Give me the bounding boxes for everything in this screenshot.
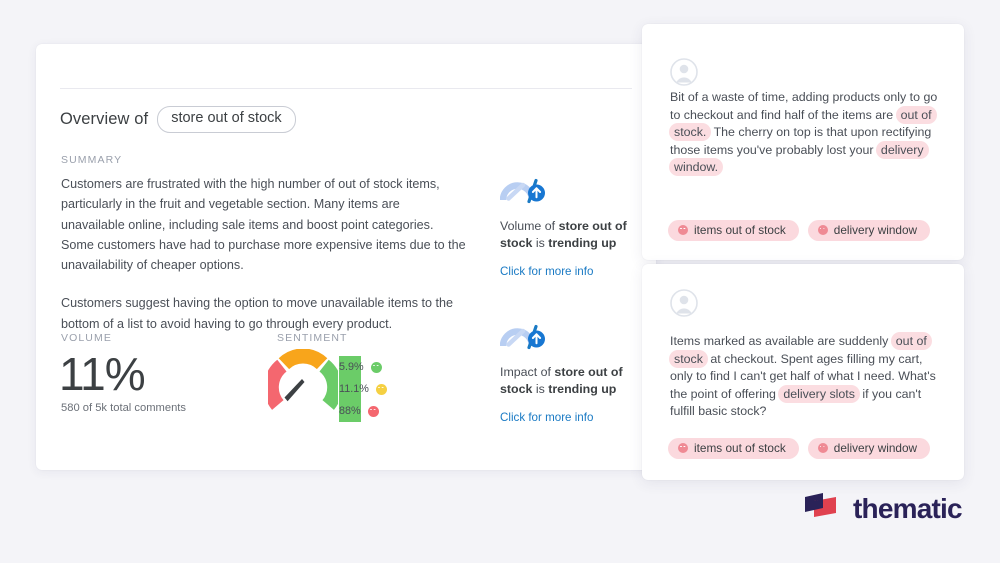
page-title: Overview of (60, 109, 149, 128)
card-header-divider (60, 88, 632, 89)
overview-title-row: Overview of store out of stock (60, 106, 296, 133)
volume-subtext: 580 of 5k total comments (61, 402, 186, 414)
trend-direction: trending up (548, 382, 617, 396)
impact-trend-text: Impact of store out of stock is trending… (500, 364, 645, 398)
volume-more-info-link[interactable]: Click for more info (500, 265, 645, 278)
summary-section-label: SUMMARY (61, 154, 123, 166)
impact-trend-module: Impact of store out of stock is trending… (499, 320, 645, 424)
thematic-logo-mark (803, 491, 843, 526)
comment-tag[interactable]: delivery window (807, 220, 931, 241)
comment-tag-label: delivery window (833, 441, 918, 455)
sentiment-row-negative: 88% (339, 400, 379, 422)
speedometer-trending-up-icon (499, 174, 546, 204)
summary-text: Customers are frustrated with the high n… (61, 174, 466, 334)
negative-face-icon (817, 225, 828, 235)
comment-tag-row: items out of stock delivery window (668, 438, 931, 459)
impact-more-info-link[interactable]: Click for more info (500, 411, 645, 424)
comment-tag-label: delivery window (833, 223, 918, 237)
negative-face-icon (817, 443, 828, 453)
comment-text-run: Items marked as available are suddenly (670, 334, 892, 348)
comment-tag-row: items out of stock delivery window (668, 220, 931, 241)
sentiment-neutral-value: 11.1% (339, 383, 369, 395)
comment-body: Items marked as available are suddenly o… (669, 332, 940, 421)
comment-tag[interactable]: items out of stock (668, 220, 799, 241)
sentiment-section-label: SENTIMENT (277, 332, 348, 344)
thematic-logo: thematic (803, 491, 963, 526)
comment-tag-label: items out of stock (694, 223, 786, 237)
negative-face-icon (678, 443, 688, 453)
sentiment-row-positive: 5.9% (339, 356, 382, 378)
negative-face-icon (678, 225, 688, 235)
volume-section-label: VOLUME (61, 332, 112, 344)
theme-pill[interactable]: store out of stock (157, 106, 296, 133)
comment-tag[interactable]: items out of stock (668, 438, 799, 459)
trend-prefix: Impact of (500, 365, 551, 379)
volume-trend-text: Volume of store out of stock is trending… (500, 218, 645, 252)
volume-value: 11% (59, 348, 146, 400)
comment-tag-label: items out of stock (694, 441, 786, 455)
user-avatar-icon (670, 289, 698, 317)
summary-paragraph: Customers suggest having the option to m… (61, 296, 454, 331)
positive-face-icon (370, 361, 382, 373)
thematic-logo-text: thematic (853, 492, 963, 524)
negative-face-icon (367, 405, 379, 417)
user-avatar-icon (670, 58, 698, 86)
sentiment-negative-value: 88% (339, 405, 361, 417)
sentiment-bar-chart: 5.9% 11.1% 88% (339, 356, 387, 422)
trend-prefix: Volume of (500, 219, 556, 233)
sentiment-gauge (263, 348, 343, 415)
overview-card: Overview of store out of stock SUMMARY C… (36, 44, 656, 470)
summary-paragraph: Customers are frustrated with the high n… (61, 177, 466, 273)
speedometer-trending-up-icon (499, 320, 546, 350)
sentiment-positive-value: 5.9% (339, 361, 364, 373)
comment-tag[interactable]: delivery window (807, 438, 931, 459)
trend-lead: is (535, 382, 545, 396)
volume-trend-module: Volume of store out of stock is trending… (499, 174, 645, 278)
comment-body: Bit of a waste of time, adding products … (669, 89, 940, 177)
trend-direction: trending up (548, 236, 617, 250)
trend-lead: is (535, 236, 545, 250)
sentiment-row-neutral: 11.1% (339, 378, 387, 400)
neutral-face-icon (375, 383, 387, 395)
highlighted-phrase: delivery slots (778, 384, 860, 403)
